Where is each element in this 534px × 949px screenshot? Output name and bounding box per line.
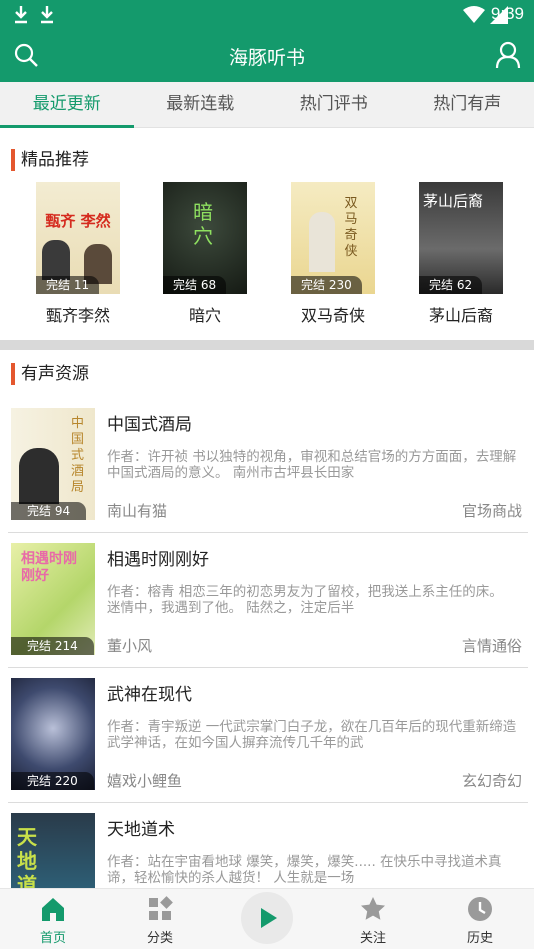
list-item[interactable]: 相遇时刚刚好 完结 214 相遇时刚刚好 作者：榕青 相恋三年的初恋男友为了留校… [0, 535, 534, 670]
book-title: 甄齐李然 [45, 306, 110, 325]
star-icon [361, 897, 385, 920]
status-bar: 9:39 [0, 0, 534, 30]
audio-heading: 有声资源 [11, 363, 89, 385]
history-icon [468, 897, 492, 921]
featured-item[interactable]: 茅山后裔 完结 62 茅山后裔 [419, 182, 503, 326]
book-title: 中国式酒局 [107, 415, 192, 435]
book-description: 作者：许开祯 书以独特的视角，审视和总结官场的方方面面，去理解中国式酒局的意义。… [107, 449, 517, 481]
user-icon[interactable] [495, 41, 521, 69]
cover-title: 茅山后裔 [423, 192, 484, 210]
book-description: 作者：榕青 相恋三年的初恋男友为了留校，把我送上系主任的床。 迷情中，我遇到了他… [107, 584, 503, 616]
home-icon [42, 898, 64, 921]
book-cover[interactable]: 完结 220 [11, 678, 95, 790]
app-bar: 海豚听书 [0, 30, 534, 82]
list-item[interactable]: 完结 220 武神在现代 作者：青宇叛逆 一代武宗掌门白子龙，欲在几百年后的现代… [0, 670, 534, 805]
featured-heading: 精品推荐 [11, 149, 89, 171]
row-divider [8, 667, 528, 668]
category-label[interactable]: 玄幻奇幻 [462, 770, 522, 791]
tab-recent-updates[interactable]: 最近更新 [0, 82, 134, 128]
app-title: 海豚听书 [228, 47, 305, 69]
category-icon [149, 896, 173, 920]
nav-home[interactable]: 首页 [13, 895, 93, 946]
narrator: 南山有猫 [107, 502, 168, 520]
cover-title: 暗穴 [193, 200, 213, 248]
book-title: 茅山后裔 [428, 306, 493, 325]
book-description: 作者：青宇叛逆 一代武宗掌门白子龙，欲在几百年后的现代重新缔造武学神话，在如今国… [107, 719, 517, 751]
tab-bar: 最近更新 最新连载 热门评书 热门有声 [0, 82, 534, 128]
narrator: 嬉戏小鲤鱼 [107, 772, 183, 790]
cover-title: 中国式酒局 [71, 416, 85, 495]
narrator: 董小风 [107, 637, 153, 655]
cover-title: 甄齐 李然 [45, 212, 111, 230]
featured-list: 甄齐 李然 完结 11 甄齐李然 暗穴 完结 68 暗穴 双马奇侠 完结 230… [0, 182, 534, 332]
nav-category[interactable]: 分类 [120, 895, 200, 946]
book-title: 双马奇侠 [300, 306, 365, 325]
cover-title: 相遇时刚刚好 [21, 551, 77, 584]
status-badge: 完结 220 [11, 772, 94, 790]
status-badge: 完结 214 [11, 637, 94, 655]
nav-label: 分类 [146, 931, 173, 946]
play-icon [261, 908, 277, 928]
book-title: 相遇时刚刚好 [107, 550, 209, 570]
tab-hot-audio[interactable]: 热门有声 [401, 82, 534, 127]
book-cover[interactable]: 相遇时刚刚好 完结 214 [11, 543, 95, 655]
book-title: 天地道术 [107, 820, 175, 840]
nav-label: 首页 [39, 931, 66, 946]
status-badge: 完结 230 [291, 276, 362, 294]
book-cover[interactable]: 暗穴 完结 68 [163, 182, 247, 294]
featured-item[interactable]: 甄齐 李然 完结 11 甄齐李然 [36, 182, 120, 326]
section-divider [0, 340, 534, 350]
category-label[interactable]: 言情通俗 [462, 635, 522, 656]
featured-item[interactable]: 双马奇侠 完结 230 双马奇侠 [291, 182, 375, 326]
status-badge: 完结 11 [36, 276, 100, 294]
book-cover[interactable]: 中国式酒局 完结 94 [11, 408, 95, 520]
nav-history[interactable]: 历史 [440, 895, 520, 946]
featured-item[interactable]: 暗穴 完结 68 暗穴 [163, 182, 247, 326]
bottom-nav: 首页 分类 关注 历史 [0, 888, 534, 949]
category-label[interactable]: 官场商战 [462, 500, 522, 521]
book-title: 武神在现代 [107, 685, 192, 705]
book-description: 作者：站在宇宙看地球 爆笑，爆笑，爆笑..... 在快乐中寻找道术真谛，轻松愉快… [107, 854, 502, 886]
tab-new-serials[interactable]: 最新连载 [134, 82, 268, 127]
status-badge: 完结 68 [163, 276, 227, 294]
play-button[interactable] [241, 892, 293, 944]
book-title: 暗穴 [188, 306, 221, 325]
status-badge: 完结 94 [11, 502, 87, 520]
cover-title: 双马奇侠 [344, 196, 358, 259]
nav-follow[interactable]: 关注 [333, 895, 413, 946]
nav-label: 关注 [359, 931, 386, 946]
download-icon [41, 6, 53, 24]
book-cover[interactable]: 茅山后裔 完结 62 [419, 182, 503, 294]
wifi-icon [463, 6, 485, 23]
book-cover[interactable]: 甄齐 李然 完结 11 [36, 182, 120, 294]
list-item[interactable]: 中国式酒局 完结 94 中国式酒局 作者：许开祯 书以独特的视角，审视和总结官场… [0, 400, 534, 535]
nav-label: 历史 [466, 931, 493, 946]
row-divider [8, 532, 528, 533]
row-divider [8, 802, 528, 803]
status-time: 9:39 [490, 4, 524, 23]
status-badge: 完结 62 [419, 276, 483, 294]
book-cover[interactable]: 双马奇侠 完结 230 [291, 182, 375, 294]
tab-hot-storytelling[interactable]: 热门评书 [267, 82, 401, 127]
download-icon [15, 6, 27, 24]
